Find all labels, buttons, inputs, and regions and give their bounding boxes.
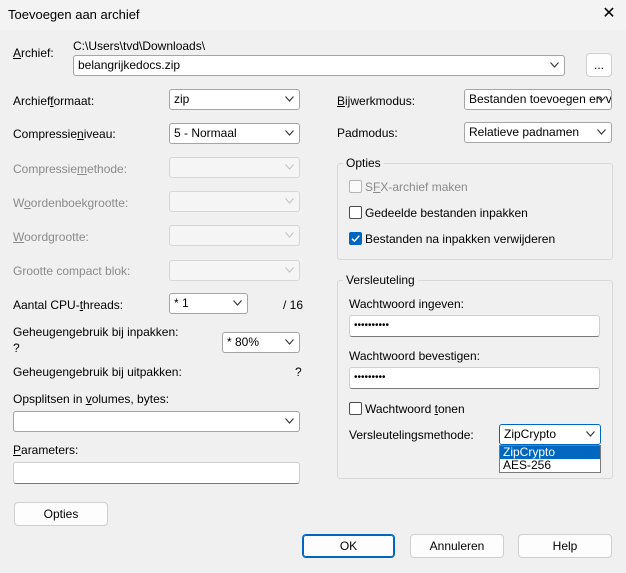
archive-path: C:\Users\tvd\Downloads\ xyxy=(73,39,206,53)
enc-method-label: Versleutelingsmethode: xyxy=(349,428,474,442)
shared-checkbox[interactable] xyxy=(349,206,362,219)
show-password-checkbox[interactable] xyxy=(349,402,362,415)
dict-combo[interactable] xyxy=(169,191,300,212)
options-button[interactable]: Opties xyxy=(14,502,108,526)
mem-pack-value: * 80% xyxy=(227,335,260,349)
chevron-down-icon xyxy=(233,300,242,306)
ok-button[interactable]: OK xyxy=(302,534,395,558)
path-mode-combo[interactable]: Relatieve padnamen xyxy=(464,122,612,143)
chevron-down-icon xyxy=(285,198,294,204)
password-input[interactable]: •••••••••• xyxy=(349,315,600,337)
archive-label: Archief: xyxy=(13,46,54,60)
level-label: Compressieniveau: xyxy=(13,127,116,141)
chevron-down-icon xyxy=(550,62,559,68)
path-mode-label: Padmodus: xyxy=(337,126,398,140)
method-label: Compressiemethode: xyxy=(13,162,128,176)
browse-button[interactable]: ... xyxy=(586,53,612,77)
chevron-down-icon xyxy=(285,130,294,136)
mem-unpack-label: Geheugengebruik bij uitpakken: xyxy=(13,365,182,379)
cpu-combo[interactable]: * 1 xyxy=(169,293,248,314)
sfx-checkbox[interactable] xyxy=(349,180,362,193)
enc-method-dropdown: ZipCrypto AES-256 xyxy=(499,445,601,473)
archive-filename-value: belangrijkedocs.zip xyxy=(78,58,181,72)
level-combo[interactable]: 5 - Normaal xyxy=(169,123,300,144)
help-button[interactable]: Help xyxy=(518,534,612,558)
mem-pack-label: Geheugengebruik bij inpakken: xyxy=(13,325,179,339)
chevron-down-icon xyxy=(597,96,606,102)
solid-combo[interactable] xyxy=(169,260,300,281)
level-value: 5 - Normaal xyxy=(174,126,237,140)
mem-pack-question: ? xyxy=(13,341,20,355)
cpu-max: / 16 xyxy=(283,298,304,312)
format-value: zip xyxy=(174,92,190,106)
word-combo[interactable] xyxy=(169,225,300,246)
split-label: Opsplitsen in volumes, bytes: xyxy=(13,392,170,406)
password-confirm-input[interactable]: ••••••••• xyxy=(349,367,600,389)
password-label: Wachtwoord ingeven: xyxy=(349,297,464,311)
word-label: Woordgrootte: xyxy=(13,230,89,244)
solid-label: Grootte compact blok: xyxy=(13,264,131,278)
show-password-label: Wachtwoord tonen xyxy=(365,402,465,416)
format-combo[interactable]: zip xyxy=(169,89,300,110)
update-label: Bijwerkmodus: xyxy=(337,94,416,108)
shared-label: Gedeelde bestanden inpakken xyxy=(365,206,528,220)
checkmark-icon xyxy=(351,235,360,243)
delete-after-checkbox[interactable] xyxy=(349,232,362,245)
update-combo[interactable]: Bestanden toevoegen en v xyxy=(464,89,612,110)
close-icon[interactable]: ✕ xyxy=(598,3,620,25)
enc-method-combo[interactable]: ZipCrypto xyxy=(499,424,601,445)
mem-pack-combo[interactable]: * 80% xyxy=(222,332,300,353)
update-value: Bestanden toevoegen en v xyxy=(469,92,612,106)
chevron-down-icon xyxy=(597,129,606,135)
chevron-down-icon xyxy=(586,431,595,437)
delete-after-label: Bestanden na inpakken verwijderen xyxy=(365,232,556,246)
password-confirm-label: Wachtwoord bevestigen: xyxy=(349,349,480,363)
cpu-value: * 1 xyxy=(174,296,189,310)
archive-filename-combo[interactable]: belangrijkedocs.zip xyxy=(73,55,565,76)
method-combo[interactable] xyxy=(169,157,300,178)
dict-label: Woordenboekgrootte: xyxy=(13,196,129,210)
encryption-group-title: Versleuteling xyxy=(343,273,418,287)
sfx-label: SFX-archief maken xyxy=(365,180,468,194)
options-group-title: Opties xyxy=(343,156,384,170)
cancel-button[interactable]: Annuleren xyxy=(410,534,504,558)
chevron-down-icon xyxy=(285,232,294,238)
path-mode-value: Relatieve padnamen xyxy=(469,125,580,139)
params-input[interactable] xyxy=(13,462,300,484)
chevron-down-icon xyxy=(285,267,294,273)
enc-method-value: ZipCrypto xyxy=(504,427,557,441)
split-combo[interactable] xyxy=(13,411,300,432)
format-label: Archiefformaat: xyxy=(13,94,95,108)
chevron-down-icon xyxy=(285,96,294,102)
cpu-label: Aantal CPU-threads: xyxy=(13,298,124,312)
params-label: Parameters: xyxy=(13,443,79,457)
enc-option-aes256[interactable]: AES-256 xyxy=(500,459,600,472)
chevron-down-icon xyxy=(285,418,294,424)
mem-unpack-value: ? xyxy=(295,365,302,379)
chevron-down-icon xyxy=(285,339,294,345)
window-title: Toevoegen aan archief xyxy=(8,7,140,22)
chevron-down-icon xyxy=(285,164,294,170)
